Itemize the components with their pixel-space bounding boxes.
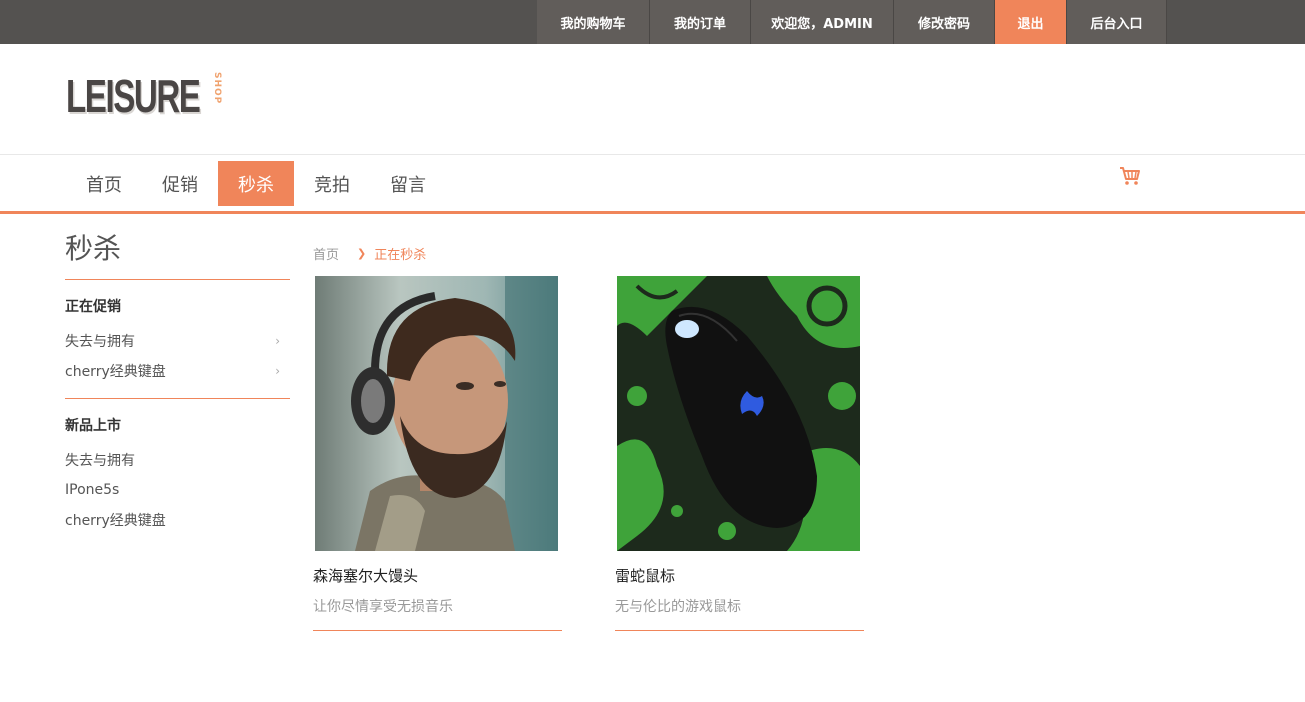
sidebar-item-label: 失去与拥有 — [65, 453, 135, 469]
nav-flash-sale[interactable]: 秒杀 — [218, 161, 294, 206]
sidebar: 秒杀 正在促销 失去与拥有 › cherry经典键盘 › 新品上市 失去与拥有 … — [65, 226, 290, 547]
product-description: 无与伦比的游戏鼠标 — [615, 596, 864, 631]
top-nav-change-password[interactable]: 修改密码 — [894, 0, 995, 44]
top-nav-admin[interactable]: 后台入口 — [1067, 0, 1167, 44]
sidebar-title: 秒杀 — [65, 226, 290, 280]
product-card[interactable]: 雷蛇鼠标 无与伦比的游戏鼠标 — [615, 276, 864, 631]
breadcrumb: 首页 ❯ 正在秒杀 — [313, 244, 426, 263]
sidebar-item-label: IPone5s — [65, 482, 120, 498]
nav-promotion[interactable]: 促销 — [142, 161, 218, 206]
top-nav-logout[interactable]: 退出 — [995, 0, 1067, 44]
sidebar-item[interactable]: 失去与拥有 › — [65, 326, 290, 356]
breadcrumb-current: 正在秒杀 — [374, 248, 427, 263]
chevron-right-icon: › — [275, 334, 280, 348]
sidebar-item-label: cherry经典键盘 — [65, 364, 166, 380]
top-nav-welcome[interactable]: 欢迎您，ADMIN — [751, 0, 894, 44]
nav-auction[interactable]: 竞拍 — [294, 161, 370, 206]
nav-message[interactable]: 留言 — [370, 161, 446, 206]
main-nav-bar: 首页 促销 秒杀 竞拍 留言 — [0, 154, 1305, 214]
site-logo[interactable]: LEISURE SHOP — [66, 70, 266, 122]
sidebar-group-heading: 正在促销 — [65, 299, 121, 315]
sidebar-group-promotions: 正在促销 失去与拥有 › cherry经典键盘 › — [65, 280, 290, 399]
logo-text: LEISURE — [66, 70, 201, 122]
breadcrumb-home[interactable]: 首页 — [313, 244, 339, 263]
sidebar-group-new-arrivals: 新品上市 失去与拥有 IPone5s cherry经典键盘 — [65, 399, 290, 547]
sidebar-item[interactable]: cherry经典键盘 › — [65, 356, 290, 386]
sidebar-item[interactable]: 失去与拥有 — [65, 445, 290, 475]
product-image[interactable] — [315, 276, 558, 551]
logo-subtext: SHOP — [212, 72, 222, 105]
sidebar-group-heading: 新品上市 — [65, 418, 121, 434]
chevron-right-icon: ❯ — [357, 247, 367, 260]
man-with-headphones-photo — [315, 276, 558, 551]
product-image[interactable] — [617, 276, 860, 551]
top-nav: 我的购物车 我的订单 欢迎您，ADMIN 修改密码 退出 后台入口 — [537, 0, 1167, 44]
shopping-cart-icon[interactable] — [1119, 166, 1141, 186]
top-bar: 我的购物车 我的订单 欢迎您，ADMIN 修改密码 退出 后台入口 — [0, 0, 1305, 44]
product-name[interactable]: 森海塞尔大馒头 — [313, 565, 562, 586]
product-name[interactable]: 雷蛇鼠标 — [615, 565, 864, 586]
product-description: 让你尽情享受无损音乐 — [313, 596, 562, 631]
sidebar-item[interactable]: cherry经典键盘 — [65, 505, 290, 535]
top-nav-orders[interactable]: 我的订单 — [650, 0, 751, 44]
nav-home[interactable]: 首页 — [66, 161, 142, 206]
main-nav: 首页 促销 秒杀 竞拍 留言 — [66, 161, 446, 206]
product-card[interactable]: 森海塞尔大馒头 让你尽情享受无损音乐 — [313, 276, 562, 631]
sidebar-item[interactable]: IPone5s — [65, 475, 290, 505]
sidebar-item-label: cherry经典键盘 — [65, 513, 166, 529]
top-nav-cart[interactable]: 我的购物车 — [537, 0, 650, 44]
chevron-right-icon: › — [275, 364, 280, 378]
sidebar-item-label: 失去与拥有 — [65, 334, 135, 350]
razer-gaming-mouse-photo — [617, 276, 860, 551]
